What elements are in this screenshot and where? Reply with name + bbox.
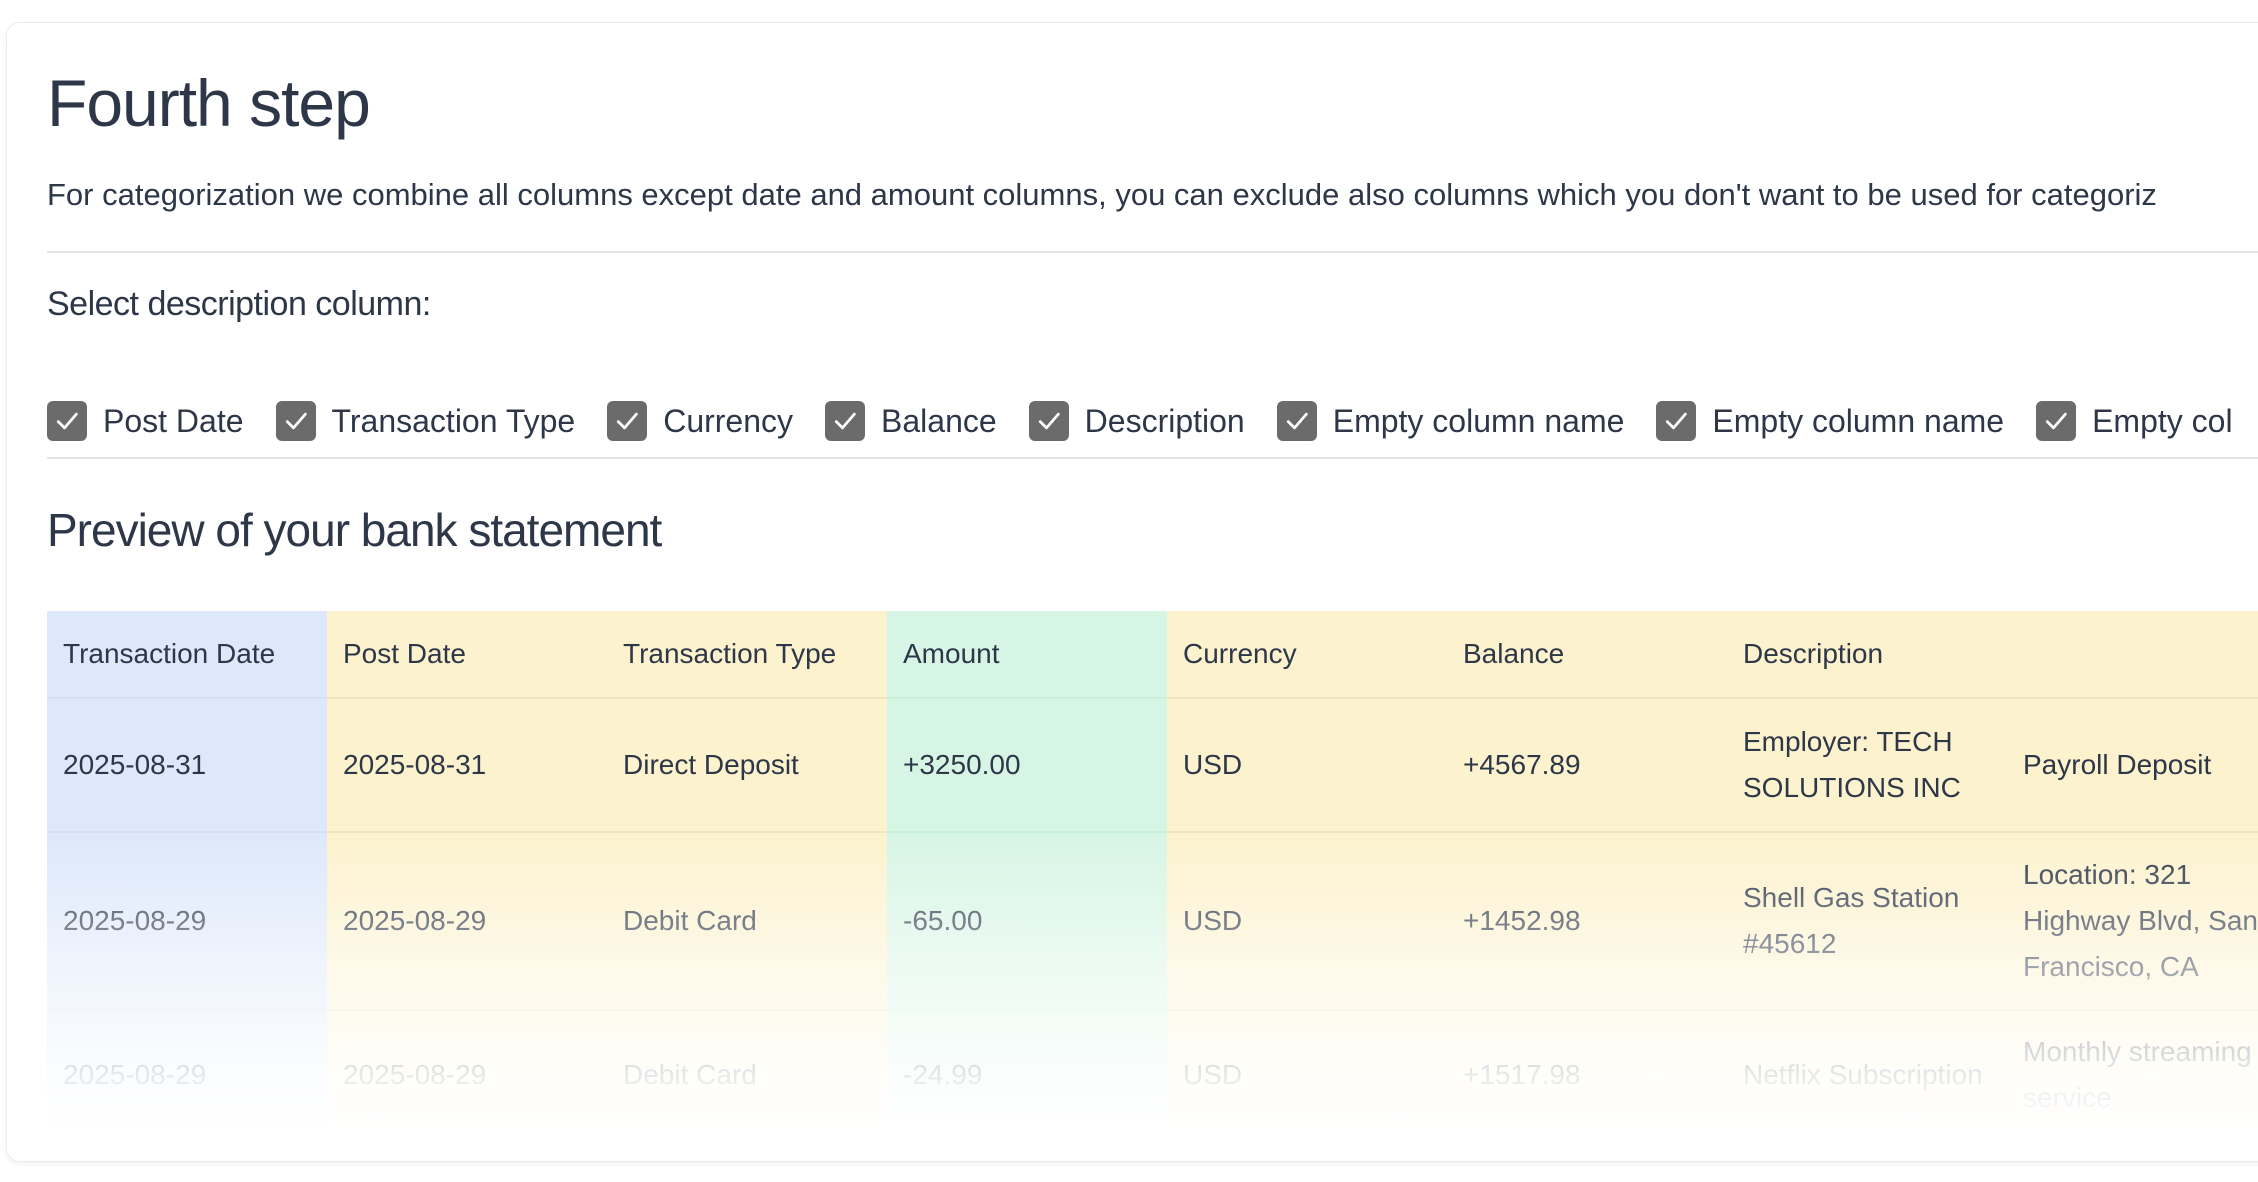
table-cell: 2025-08-31 — [47, 698, 327, 833]
checkbox[interactable] — [607, 401, 648, 441]
column-header-transaction-type: Transaction Type — [607, 611, 887, 699]
checkbox-label: Empty col — [2092, 402, 2233, 439]
checkbox-option-post-date[interactable]: Post Date — [47, 401, 244, 441]
table-cell: Employer: TECH SOLUTIONS INC — [1727, 698, 2007, 833]
checkbox-label: Post Date — [103, 402, 244, 439]
preview-heading: Preview of your bank statement — [47, 504, 662, 556]
column-header-currency: Currency — [1167, 611, 1447, 699]
table-cell: Shell Gas Station #45612 — [1727, 832, 2007, 1011]
checkbox-label: Empty column name — [1332, 402, 1625, 439]
checkbox-option-transaction-type[interactable]: Transaction Type — [275, 401, 576, 441]
checkmark-icon — [1038, 412, 1060, 430]
step-description: For categorization we combine all column… — [47, 177, 2157, 212]
table-cell: +4567.89 — [1447, 698, 1727, 833]
table-row: 2025-08-31 2025-08-31 Direct Deposit +32… — [47, 698, 2258, 833]
checkbox-option-empty-column-3[interactable]: Empty col — [2036, 401, 2233, 441]
table-cell: -24.99 — [887, 1010, 1167, 1133]
checkbox-label: Description — [1084, 402, 1245, 439]
column-header-balance: Balance — [1447, 611, 1727, 699]
table-cell: 2025-08-31 — [327, 698, 607, 833]
description-column-checkboxes: Post Date Transaction Type Currency Bala… — [47, 401, 2258, 441]
table-cell: +1452.98 — [1447, 832, 1727, 1011]
checkmark-icon — [1286, 412, 1308, 430]
table-cell: Debit Card — [607, 1010, 887, 1133]
table-cell: Netflix Subscription — [1727, 1010, 2007, 1133]
checkbox-label: Transaction Type — [331, 402, 576, 439]
table-cell: 2025-08-29 — [327, 832, 607, 1011]
divider — [47, 251, 2258, 253]
table-cell: USD — [1167, 1010, 1447, 1133]
checkbox[interactable] — [1028, 401, 1069, 441]
checkbox-option-empty-column-1[interactable]: Empty column name — [1276, 401, 1625, 441]
table-cell: Monthly streaming service — [2007, 1010, 2258, 1133]
statement-preview-table-container: Transaction Date Post Date Transaction T… — [47, 611, 2258, 1133]
column-header-amount: Amount — [887, 611, 1167, 699]
checkbox[interactable] — [825, 401, 866, 441]
table-cell: +1517.98 — [1447, 1010, 1727, 1133]
checkbox-label: Currency — [663, 402, 794, 439]
table-cell: Payroll Deposit — [2007, 698, 2258, 833]
table-cell: +3250.00 — [887, 698, 1167, 833]
checkmark-icon — [1666, 412, 1688, 430]
description-select-heading: Select description column: — [47, 285, 431, 323]
checkbox[interactable] — [1656, 401, 1697, 441]
column-header-empty — [2007, 611, 2258, 699]
checkmark-icon — [285, 412, 307, 430]
table-cell: Direct Deposit — [607, 698, 887, 833]
table-cell: USD — [1167, 832, 1447, 1011]
page-title: Fourth step — [47, 66, 371, 140]
table-cell: USD — [1167, 698, 1447, 833]
step-card: Fourth step For categorization we combin… — [6, 22, 2258, 1162]
checkbox-option-currency[interactable]: Currency — [607, 401, 793, 441]
divider — [47, 457, 2258, 459]
checkbox[interactable] — [47, 401, 87, 441]
checkbox[interactable] — [2036, 401, 2077, 441]
table-cell: Debit Card — [607, 832, 887, 1011]
checkbox-option-balance[interactable]: Balance — [825, 401, 997, 441]
column-header-description: Description — [1727, 611, 2007, 699]
checkmark-icon — [56, 412, 78, 430]
table-row: 2025-08-29 2025-08-29 Debit Card -65.00 … — [47, 832, 2258, 1011]
column-header-post-date: Post Date — [327, 611, 607, 699]
statement-preview-table: Transaction Date Post Date Transaction T… — [47, 611, 2258, 1133]
table-header-row: Transaction Date Post Date Transaction T… — [47, 611, 2258, 699]
checkbox-option-empty-column-2[interactable]: Empty column name — [1656, 401, 2004, 441]
checkbox-label: Balance — [881, 402, 997, 439]
table-cell: 2025-08-29 — [47, 1010, 327, 1133]
table-cell: Location: 321 Highway Blvd, San Francisc… — [2007, 832, 2258, 1011]
table-row: 2025-08-29 2025-08-29 Debit Card -24.99 … — [47, 1010, 2258, 1133]
checkbox[interactable] — [275, 401, 316, 441]
checkbox[interactable] — [1276, 401, 1317, 441]
table-cell: 2025-08-29 — [47, 832, 327, 1011]
checkmark-icon — [834, 412, 856, 430]
checkbox-option-description[interactable]: Description — [1028, 401, 1245, 441]
column-header-transaction-date: Transaction Date — [47, 611, 327, 699]
checkmark-icon — [617, 412, 638, 430]
checkmark-icon — [2045, 412, 2067, 430]
checkbox-label: Empty column name — [1712, 402, 2005, 439]
table-cell: 2025-08-29 — [327, 1010, 607, 1133]
table-cell: -65.00 — [887, 832, 1167, 1011]
